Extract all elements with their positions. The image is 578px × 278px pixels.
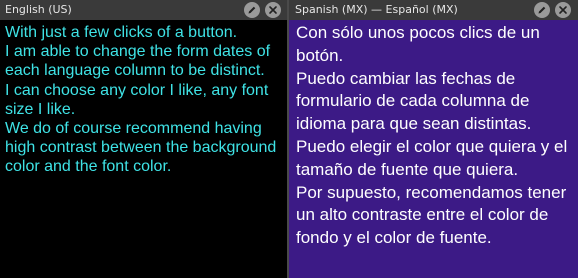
column-text-english[interactable]: With just a few clicks of a button. I am… bbox=[0, 20, 287, 177]
column-title-spanish: Spanish (MX) — Español (MX) bbox=[295, 3, 458, 16]
paragraph: I am able to change the form dates of ea… bbox=[5, 43, 271, 80]
column-english: English (US) With just a few clicks of a… bbox=[0, 0, 287, 278]
pencil-icon bbox=[538, 6, 546, 14]
paragraph: Con sólo unos pocos clics de un botón. bbox=[296, 23, 540, 65]
close-column-button[interactable] bbox=[555, 2, 571, 18]
paragraph: Puedo cambiar las fechas de formulario d… bbox=[296, 68, 532, 134]
pencil-icon bbox=[248, 6, 256, 14]
language-columns: English (US) With just a few clicks of a… bbox=[0, 0, 578, 278]
close-column-button[interactable] bbox=[265, 2, 281, 18]
column-spanish: Spanish (MX) — Español (MX) Con sólo uno… bbox=[289, 0, 578, 278]
close-icon bbox=[559, 6, 567, 14]
paragraph: We do of course recommend having high co… bbox=[5, 120, 277, 176]
column-title-english: English (US) bbox=[5, 3, 72, 16]
edit-column-button[interactable] bbox=[534, 2, 550, 18]
paragraph: Por supuesto, recomendamos tener un alto… bbox=[296, 182, 567, 248]
paragraph: Puedo elegir el color que quiera y el ta… bbox=[296, 136, 568, 179]
paragraph: I can choose any color I like, any font … bbox=[5, 81, 269, 118]
column-header-english: English (US) bbox=[0, 0, 287, 20]
column-header-spanish: Spanish (MX) — Español (MX) bbox=[289, 0, 578, 20]
close-icon bbox=[269, 6, 277, 14]
paragraph: With just a few clicks of a button. bbox=[5, 24, 238, 41]
column-text-spanish[interactable]: Con sólo unos pocos clics de un botón. P… bbox=[289, 20, 578, 250]
edit-column-button[interactable] bbox=[244, 2, 260, 18]
